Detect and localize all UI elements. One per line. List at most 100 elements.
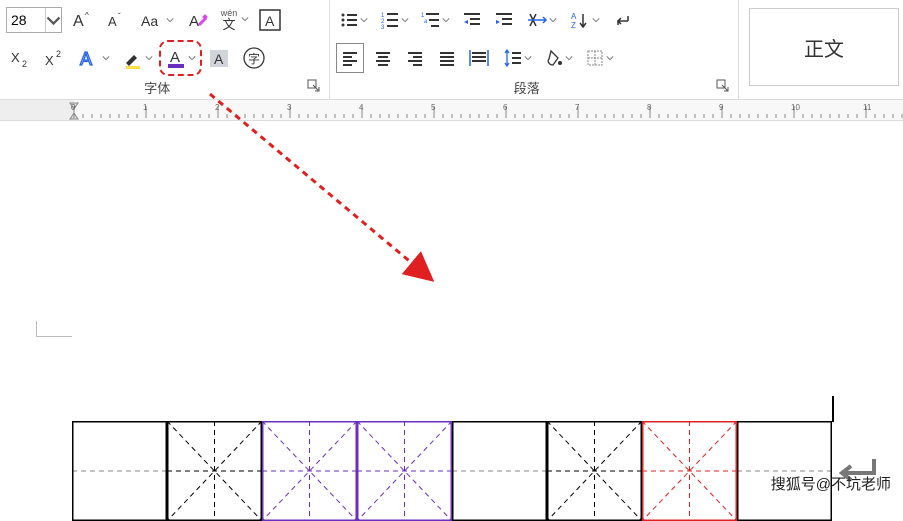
watermark-text: 搜狐号@不坑老师 bbox=[771, 473, 891, 494]
font-color-button[interactable]: A bbox=[162, 43, 199, 73]
styles-group: 正文 bbox=[739, 0, 903, 99]
svg-text:A: A bbox=[73, 13, 84, 30]
svg-text:A: A bbox=[571, 12, 577, 21]
svg-text:11: 11 bbox=[863, 103, 872, 112]
chevron-down-icon bbox=[188, 54, 196, 62]
align-left-button[interactable] bbox=[336, 43, 364, 73]
chevron-down-icon bbox=[442, 16, 450, 24]
svg-text:a: a bbox=[424, 19, 428, 25]
character-shading-button[interactable]: A bbox=[205, 43, 233, 73]
svg-text:A: A bbox=[108, 14, 117, 29]
svg-text:6: 6 bbox=[503, 103, 508, 112]
svg-text:7: 7 bbox=[575, 103, 580, 112]
chevron-down-icon bbox=[524, 54, 532, 62]
ribbon: A^ Aˇ Aa A wén 文 A bbox=[0, 0, 903, 99]
svg-text:Z: Z bbox=[571, 21, 576, 30]
svg-text:9: 9 bbox=[719, 103, 724, 112]
svg-text:A: A bbox=[214, 51, 224, 67]
character-border-button[interactable]: A bbox=[255, 5, 285, 35]
bullets-button[interactable] bbox=[336, 5, 371, 35]
shading-button[interactable] bbox=[541, 43, 576, 73]
font-size-dropdown[interactable] bbox=[45, 8, 61, 32]
multilevel-list-button[interactable]: 1a bbox=[418, 5, 453, 35]
chevron-down-icon bbox=[145, 54, 153, 62]
grid-cell bbox=[642, 421, 737, 521]
style-normal[interactable]: 正文 bbox=[749, 8, 899, 86]
svg-text:10: 10 bbox=[791, 103, 800, 112]
grid-cell bbox=[72, 421, 167, 521]
svg-text:2: 2 bbox=[215, 103, 220, 112]
svg-text:0: 0 bbox=[71, 103, 76, 112]
decrease-indent-button[interactable] bbox=[459, 5, 485, 35]
phonetic-guide-button[interactable]: wén 文 bbox=[217, 5, 241, 35]
chevron-down-icon bbox=[592, 16, 600, 24]
svg-text:2: 2 bbox=[22, 59, 27, 69]
svg-text:^: ^ bbox=[85, 11, 89, 20]
font-size-combo[interactable] bbox=[6, 7, 62, 33]
align-right-button[interactable] bbox=[402, 43, 428, 73]
svg-text:1: 1 bbox=[143, 103, 148, 112]
grid-cell bbox=[547, 421, 642, 521]
grid-cell bbox=[357, 421, 452, 521]
align-center-button[interactable] bbox=[370, 43, 396, 73]
svg-text:X: X bbox=[45, 53, 54, 68]
paragraph-group-label: 段落 bbox=[338, 78, 716, 97]
svg-text:2: 2 bbox=[56, 49, 61, 59]
sort-button[interactable]: AZ bbox=[566, 5, 603, 35]
chevron-down-icon bbox=[360, 16, 368, 24]
line-spacing-button[interactable] bbox=[500, 43, 535, 73]
borders-button[interactable] bbox=[582, 43, 617, 73]
chevron-down-icon bbox=[166, 16, 174, 24]
svg-text:5: 5 bbox=[431, 103, 436, 112]
character-grid bbox=[72, 421, 832, 521]
svg-text:X: X bbox=[11, 50, 20, 65]
phonetic-bottom-label: 文 bbox=[222, 18, 235, 31]
grow-font-button[interactable]: A^ bbox=[68, 5, 96, 35]
text-effects-button[interactable]: A bbox=[74, 43, 113, 73]
grid-cell bbox=[262, 421, 357, 521]
ruler[interactable]: 0 1 2 3 4 5 6 7 8 9 10 11 bbox=[0, 99, 903, 121]
highlight-button[interactable] bbox=[119, 43, 156, 73]
grid-cell bbox=[737, 421, 832, 521]
chevron-down-icon bbox=[401, 16, 409, 24]
svg-text:A: A bbox=[80, 49, 92, 69]
grid-cell bbox=[167, 421, 262, 521]
svg-text:字: 字 bbox=[248, 51, 260, 66]
show-marks-button[interactable] bbox=[609, 5, 635, 35]
svg-text:8: 8 bbox=[647, 103, 652, 112]
numbering-button[interactable]: 123 bbox=[377, 5, 412, 35]
paragraph-dialog-launcher[interactable] bbox=[716, 79, 730, 96]
svg-text:A: A bbox=[189, 13, 199, 30]
superscript-button[interactable]: X2 bbox=[40, 43, 68, 73]
svg-text:Aa: Aa bbox=[141, 13, 158, 29]
chevron-down-icon bbox=[549, 16, 557, 24]
font-size-input[interactable] bbox=[7, 8, 45, 32]
svg-text:A: A bbox=[265, 13, 275, 29]
subscript-button[interactable]: X2 bbox=[6, 43, 34, 73]
svg-text:3: 3 bbox=[287, 103, 292, 112]
increase-indent-button[interactable] bbox=[491, 5, 517, 35]
style-normal-label: 正文 bbox=[804, 33, 844, 62]
svg-text:4: 4 bbox=[359, 103, 364, 112]
align-justify-button[interactable] bbox=[434, 43, 460, 73]
paragraph-group: 123 1a AZ 段落 bbox=[330, 0, 739, 99]
chevron-down-icon bbox=[606, 54, 614, 62]
chevron-down-icon bbox=[102, 54, 110, 62]
grid-cell bbox=[452, 421, 547, 521]
svg-text:A: A bbox=[170, 49, 180, 66]
font-group-label: 字体 bbox=[8, 78, 307, 97]
font-group: A^ Aˇ Aa A wén 文 A bbox=[0, 0, 330, 99]
clear-formatting-button[interactable]: A bbox=[183, 5, 211, 35]
page-margin-corner bbox=[36, 321, 72, 337]
chevron-down-icon bbox=[565, 54, 573, 62]
enclose-characters-button[interactable]: 字 bbox=[239, 43, 269, 73]
document-area[interactable] bbox=[0, 121, 903, 481]
svg-text:3: 3 bbox=[381, 25, 385, 30]
align-distributed-button[interactable] bbox=[466, 43, 494, 73]
asian-layout-button[interactable] bbox=[523, 5, 560, 35]
text-cursor bbox=[832, 396, 834, 422]
chevron-down-icon bbox=[241, 15, 249, 23]
font-dialog-launcher[interactable] bbox=[307, 79, 321, 96]
shrink-font-button[interactable]: Aˇ bbox=[102, 5, 130, 35]
change-case-button[interactable]: Aa bbox=[136, 5, 177, 35]
